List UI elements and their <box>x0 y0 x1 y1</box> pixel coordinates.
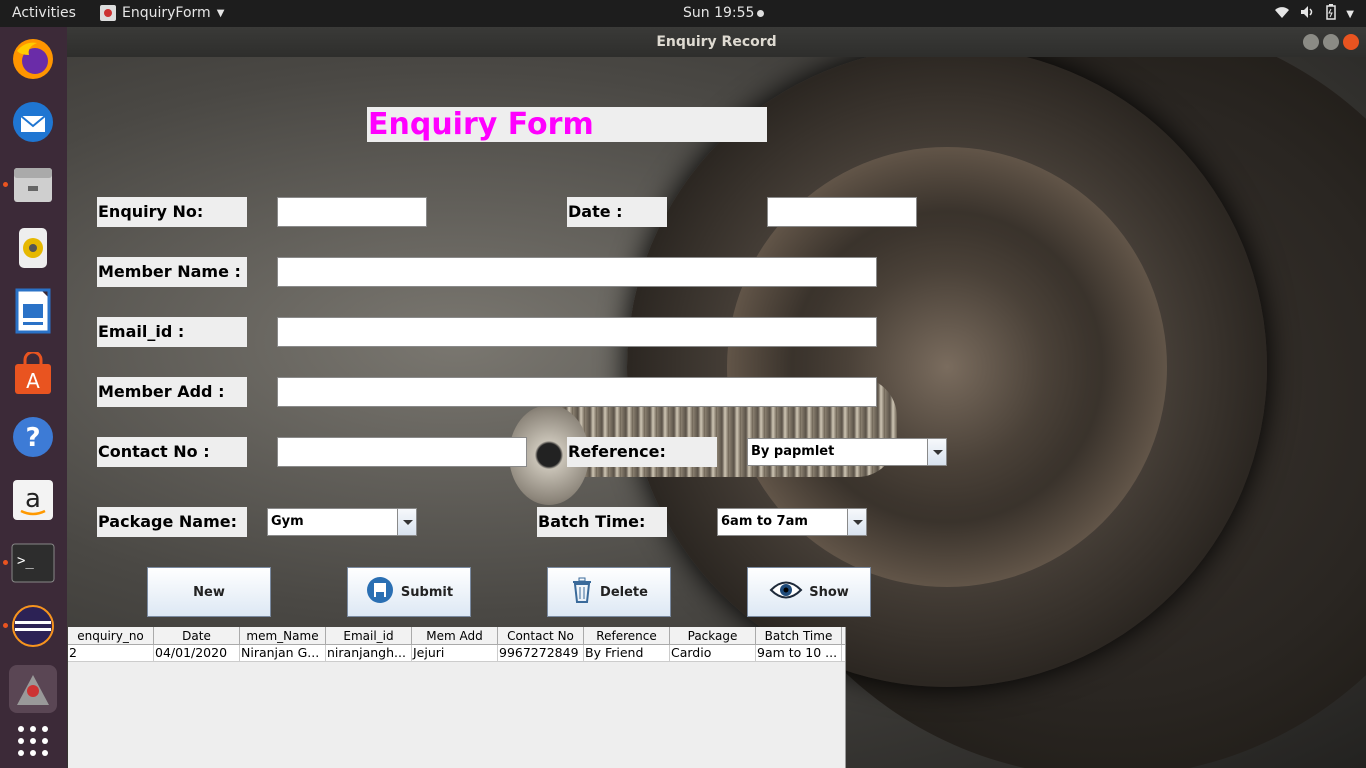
column-header[interactable]: Contact No <box>498 627 584 644</box>
window-titlebar[interactable]: Enquiry Record <box>67 27 1366 57</box>
window-title: Enquiry Record <box>656 34 777 50</box>
email-field[interactable] <box>277 317 877 347</box>
table-row[interactable]: 2 04/01/2020 Niranjan G... niranjangh...… <box>68 645 845 662</box>
column-header[interactable]: Reference <box>584 627 670 644</box>
reference-select[interactable]: By papmlet <box>747 438 947 466</box>
submit-button-label: Submit <box>400 584 454 600</box>
table-cell[interactable]: niranjangh... <box>326 645 412 661</box>
package-name-label: Package Name: <box>97 507 247 537</box>
clock-label: Sun 19:55 <box>683 5 755 21</box>
table-cell[interactable]: Cardio <box>670 645 756 661</box>
show-button[interactable]: Show <box>747 567 871 617</box>
table-cell[interactable]: By Friend <box>584 645 670 661</box>
files-icon[interactable] <box>3 161 57 209</box>
package-select[interactable]: Gym <box>267 508 417 536</box>
table-cell[interactable]: Jejuri <box>412 645 498 661</box>
column-header[interactable]: Date <box>154 627 240 644</box>
show-applications-icon[interactable] <box>9 717 57 765</box>
close-button[interactable] <box>1343 34 1359 50</box>
app-icon <box>100 5 116 21</box>
column-header[interactable]: Mem Add <box>412 627 498 644</box>
dock: A ? a >_ <box>0 27 67 768</box>
form-content: Enquiry Form Enquiry No: Date : Member N… <box>67 57 1366 768</box>
activities-button[interactable]: Activities <box>12 5 76 21</box>
eye-icon <box>769 577 803 607</box>
wifi-icon <box>1274 5 1290 23</box>
submit-button[interactable]: Submit <box>347 567 471 617</box>
software-store-icon[interactable]: A <box>9 350 57 398</box>
amazon-icon[interactable]: a <box>9 476 57 524</box>
chevron-down-icon: ▼ <box>216 7 225 19</box>
rhythmbox-icon[interactable] <box>9 224 57 272</box>
system-menu-chevron-icon: ▼ <box>1346 8 1354 20</box>
column-header[interactable]: Email_id <box>326 627 412 644</box>
help-icon[interactable]: ? <box>9 413 57 461</box>
chevron-down-icon[interactable] <box>927 439 946 465</box>
new-button-label: New <box>193 584 225 600</box>
terminal-icon[interactable]: >_ <box>3 539 57 587</box>
table-cell[interactable]: 9am to 10 ... <box>756 645 842 661</box>
contact-no-field[interactable] <box>277 437 527 467</box>
member-address-field[interactable] <box>277 377 877 407</box>
chevron-down-icon[interactable] <box>847 509 866 535</box>
top-bar: Activities EnquiryForm ▼ Sun 19:55 ▼ <box>0 0 1366 27</box>
date-label: Date : <box>567 197 667 227</box>
column-header[interactable]: Batch Time <box>756 627 842 644</box>
reference-label: Reference: <box>567 437 717 467</box>
member-name-label: Member Name : <box>97 257 247 287</box>
maximize-button[interactable] <box>1323 34 1339 50</box>
date-field[interactable] <box>767 197 917 227</box>
trash-icon <box>570 577 594 607</box>
page-title: Enquiry Form <box>367 107 767 142</box>
svg-text:>_: >_ <box>17 553 34 569</box>
eclipse-icon[interactable] <box>3 602 57 650</box>
app-menu-label: EnquiryForm <box>122 5 211 21</box>
member-add-label: Member Add : <box>97 377 247 407</box>
batch-time-select[interactable]: 6am to 7am <box>717 508 867 536</box>
battery-icon <box>1326 4 1337 24</box>
delete-button-label: Delete <box>600 584 648 600</box>
table-cell[interactable]: 9967272849 <box>498 645 584 661</box>
java-app-icon[interactable] <box>9 665 57 713</box>
thunderbird-icon[interactable] <box>9 98 57 146</box>
chevron-down-icon[interactable] <box>397 509 416 535</box>
email-id-label: Email_id : <box>97 317 247 347</box>
system-tray[interactable]: ▼ <box>1274 4 1354 24</box>
member-name-field[interactable] <box>277 257 877 287</box>
enquiry-table[interactable]: enquiry_no Date mem_Name Email_id Mem Ad… <box>68 627 846 768</box>
app-menu[interactable]: EnquiryForm ▼ <box>100 5 224 21</box>
table-header: enquiry_no Date mem_Name Email_id Mem Ad… <box>68 627 845 645</box>
show-button-label: Show <box>809 584 849 600</box>
table-cell[interactable]: Niranjan G... <box>240 645 326 661</box>
table-cell[interactable]: 04/01/2020 <box>154 645 240 661</box>
writer-icon[interactable] <box>9 287 57 335</box>
table-cell[interactable]: 2 <box>68 645 154 661</box>
column-header[interactable]: enquiry_no <box>68 627 154 644</box>
enquiry-no-field[interactable] <box>277 197 427 227</box>
minimize-button[interactable] <box>1303 34 1319 50</box>
delete-button[interactable]: Delete <box>547 567 671 617</box>
notification-dot <box>757 9 765 17</box>
contact-no-label: Contact No : <box>97 437 247 467</box>
enquiry-no-label: Enquiry No: <box>97 197 247 227</box>
firefox-icon[interactable] <box>9 35 57 83</box>
save-icon <box>365 575 395 609</box>
batch-time-select-value: 6am to 7am <box>721 514 808 529</box>
column-header[interactable]: mem_Name <box>240 627 326 644</box>
enquiry-window: Enquiry Record Enquiry Form Enquiry No: … <box>67 27 1366 768</box>
volume-icon <box>1300 5 1316 23</box>
batch-time-label: Batch Time: <box>537 507 667 537</box>
svg-text:a: a <box>25 484 41 514</box>
svg-text:A: A <box>26 369 40 393</box>
package-select-value: Gym <box>271 514 304 529</box>
reference-select-value: By papmlet <box>751 444 835 459</box>
clock[interactable]: Sun 19:55 <box>683 5 765 21</box>
svg-text:?: ? <box>25 423 40 453</box>
new-button[interactable]: New <box>147 567 271 617</box>
column-header[interactable]: Package <box>670 627 756 644</box>
